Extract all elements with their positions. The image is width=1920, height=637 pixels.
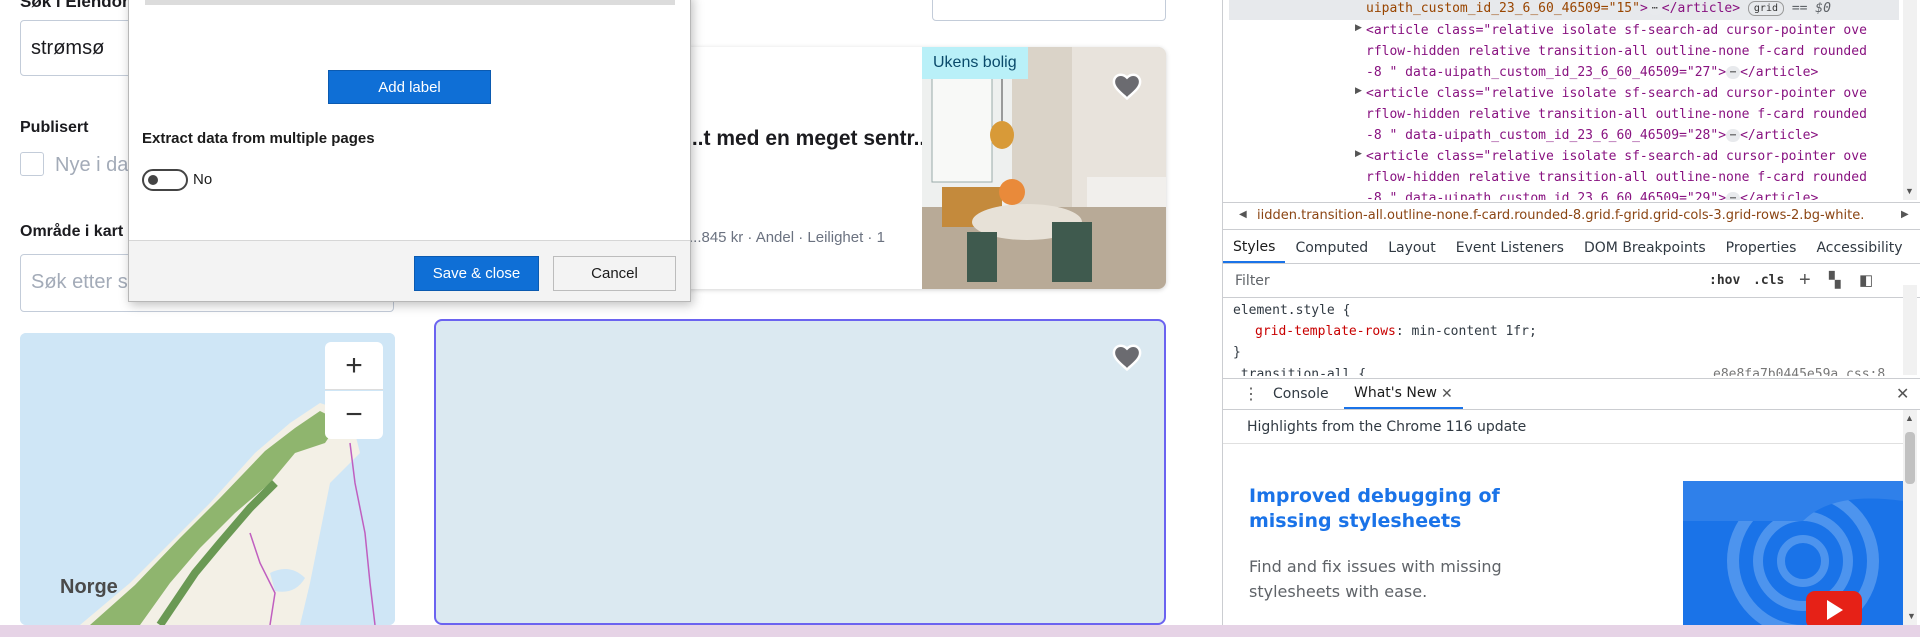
preview-bar: [145, 0, 675, 5]
collapsed-content-icon[interactable]: ⋯: [1726, 129, 1741, 142]
favorite-button-2[interactable]: [1108, 338, 1146, 376]
toggle-knob: [148, 175, 158, 185]
styles-filter-input[interactable]: Filter: [1235, 273, 1270, 289]
next-rule-source[interactable]: e8e8fa7b0445e59a.css:8: [1713, 364, 1885, 376]
drawer-tabbar: ⋮ Console What's New ✕ ✕: [1223, 378, 1920, 410]
tab-accessibility[interactable]: Accessibility: [1806, 233, 1912, 263]
ad-card-selected[interactable]: [434, 319, 1166, 625]
web-page: Søk i Eiendom strømsø Publisert Nye i da…: [0, 0, 1222, 625]
sort-select[interactable]: [932, 0, 1166, 21]
whats-new-content: Improved debugging of missing stylesheet…: [1223, 444, 1903, 625]
breadcrumb-bar: ◀ iidden.transition-all.outline-none.f-c…: [1223, 202, 1920, 230]
collapsed-content-icon[interactable]: ⋯: [1726, 192, 1741, 200]
expand-arrow-icon[interactable]: ▶: [1355, 148, 1362, 159]
elements-scrollbar[interactable]: [1903, 0, 1917, 200]
save-close-button[interactable]: Save & close: [414, 256, 539, 291]
tab-event-listeners[interactable]: Event Listeners: [1446, 233, 1574, 263]
tab-properties[interactable]: Properties: [1716, 233, 1807, 263]
elements-tree: uipath_custom_id_23_6_60_46509="15"> ⋯ </a…: [1229, 0, 1899, 200]
element-style-selector: element.style {: [1233, 303, 1351, 318]
drawer-menu-icon[interactable]: ⋮: [1243, 384, 1259, 404]
tab-dom-breakpoints[interactable]: DOM Breakpoints: [1574, 233, 1716, 263]
hov-toggle[interactable]: :hov: [1709, 273, 1740, 288]
extraction-dialog: Add label Extract data from multiple pag…: [128, 0, 691, 302]
scroll-down-icon[interactable]: ▼: [1907, 611, 1916, 621]
new-today-checkbox[interactable]: [20, 152, 44, 176]
tab-styles[interactable]: Styles: [1223, 233, 1286, 263]
toggle-state-label: No: [193, 171, 213, 188]
toggle-sidebar-icon[interactable]: ◧: [1859, 271, 1873, 289]
article-node-29[interactable]: <article class="relative isolate sf-sear…: [1366, 146, 1867, 200]
next-rule-selector: .transition-all {: [1233, 367, 1367, 376]
breadcrumb-left-icon[interactable]: ◀: [1239, 209, 1247, 220]
expand-arrow-icon[interactable]: ▶: [1355, 22, 1362, 33]
heart-icon: [1112, 344, 1142, 371]
drawer-tab-console[interactable]: Console: [1263, 379, 1339, 409]
cancel-button[interactable]: Cancel: [553, 256, 676, 291]
scroll-up-icon[interactable]: ▲: [1905, 413, 1914, 423]
article-node-27[interactable]: <article class="relative isolate sf-sear…: [1366, 20, 1867, 83]
map-country-label: Norge: [60, 576, 118, 598]
whats-new-title: Highlights from the Chrome 116 update: [1247, 419, 1527, 435]
article-title-link[interactable]: Improved debugging of missing stylesheet…: [1249, 484, 1559, 534]
close-drawer-icon[interactable]: ✕: [1896, 384, 1909, 404]
collapsed-content-icon[interactable]: ⋯: [1726, 66, 1741, 79]
devtools-panel: uipath_custom_id_23_6_60_46509="15"> ⋯ </a…: [1222, 0, 1920, 625]
ad-title: ...t med en meget sentr...: [686, 127, 932, 150]
published-label: Publisert: [20, 119, 89, 136]
search-value: strømsø: [31, 37, 105, 59]
styles-scrollbar[interactable]: [1903, 285, 1917, 375]
ukens-bolig-badge: Ukens bolig: [922, 47, 1028, 79]
breadcrumb-right-icon[interactable]: ▶: [1901, 209, 1909, 220]
tab-computed[interactable]: Computed: [1285, 233, 1378, 263]
article-description: Find and fix issues with missing stylesh…: [1249, 557, 1502, 601]
zoom-out-button[interactable]: −: [325, 391, 383, 439]
extract-multiple-pages-label: Extract data from multiple pages: [142, 130, 375, 147]
new-style-rule-icon[interactable]: +: [1799, 269, 1811, 292]
close-tab-icon[interactable]: ✕: [1441, 385, 1453, 402]
dialog-footer: Save & close Cancel: [129, 240, 690, 301]
ad-meta: ...845 kr · Andel · Leilighet · 1: [689, 229, 885, 246]
grid-badge[interactable]: grid: [1747, 1, 1784, 16]
tab-layout[interactable]: Layout: [1378, 233, 1446, 263]
area-label: Område i kart: [20, 223, 124, 240]
drawer-scrollbar[interactable]: [1903, 410, 1917, 625]
cls-toggle[interactable]: .cls: [1753, 273, 1784, 288]
element-style-close: }: [1233, 345, 1241, 360]
collapsed-content-icon[interactable]: ⋯: [1647, 2, 1662, 15]
paint-icon[interactable]: ▚: [1829, 271, 1841, 289]
zoom-in-button[interactable]: +: [325, 342, 383, 390]
taskbar-strip: [0, 625, 1920, 637]
sidebar-tabs: Styles Computed Layout Event Listeners D…: [1223, 232, 1920, 264]
expand-arrow-icon[interactable]: ▶: [1355, 85, 1362, 96]
extract-multiple-pages-toggle[interactable]: [142, 169, 188, 191]
heart-icon: [1112, 73, 1142, 100]
selected-node[interactable]: uipath_custom_id_23_6_60_46509="15"> ⋯ </a…: [1366, 0, 1831, 19]
styles-toolbar: Filter :hov .cls + ▚ ◧: [1223, 266, 1920, 298]
breadcrumb[interactable]: iidden.transition-all.outline-none.f-car…: [1257, 208, 1864, 223]
add-label-button[interactable]: Add label: [328, 70, 491, 104]
style-declaration[interactable]: grid-template-rows: min-content 1fr;: [1255, 321, 1537, 342]
video-thumbnail[interactable]: [1683, 481, 1903, 625]
map[interactable]: + − Norge: [20, 333, 395, 625]
style-rules: element.style { grid-template-rows: min-…: [1223, 300, 1903, 376]
article-node-28[interactable]: <article class="relative isolate sf-sear…: [1366, 83, 1867, 146]
scroll-down-icon[interactable]: ▼: [1905, 186, 1914, 196]
search-label: Søk i Eiendom: [20, 0, 138, 11]
new-today-label: Nye i dag: [55, 154, 140, 176]
favorite-button[interactable]: [1108, 67, 1146, 105]
whats-new-header: Highlights from the Chrome 116 update: [1223, 410, 1903, 444]
